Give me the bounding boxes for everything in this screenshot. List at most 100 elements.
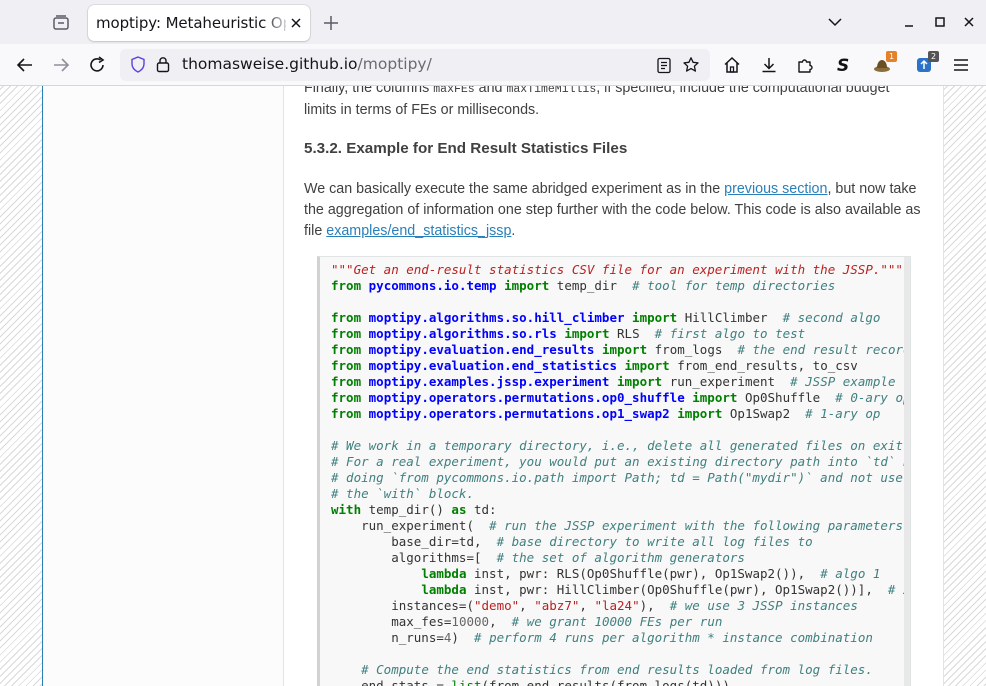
code-as-kw: as (451, 502, 467, 517)
new-tab-icon[interactable] (320, 12, 342, 34)
code-lambda-1: inst, pwr: RLS(Op0Shuffle(pwr), Op1Swap2… (466, 566, 806, 581)
extension-badge-2: 2 (928, 51, 939, 62)
code-comment: # JSSP example (790, 374, 896, 389)
code-module: moptipy.evaluation.end_results (368, 342, 595, 357)
close-tab-icon[interactable] (288, 15, 304, 31)
code-docstring: """Get an end-result statistics CSV file… (331, 262, 903, 277)
code-with-call: temp_dir() (361, 502, 452, 517)
maximize-icon[interactable] (933, 15, 947, 29)
home-icon[interactable] (722, 55, 742, 75)
code-import-kw: import (504, 278, 550, 293)
code-end-stats-call: (from_end_results(from_logs(td))) (481, 678, 730, 686)
window-close-icon[interactable] (962, 15, 976, 29)
code-import-kw: import (617, 374, 663, 389)
code-import-names: RLS (617, 326, 640, 341)
tab-title: moptipy: Metaheuristic Optimization in P… (96, 14, 286, 32)
url-path: /moptipy/ (357, 55, 432, 73)
code-from-kw: from (331, 342, 362, 357)
code-listing: """Get an end-result statistics CSV file… (331, 262, 911, 686)
code-from-kw: from (331, 390, 362, 405)
url-domain: thomasweise.github.io (182, 55, 358, 73)
bookmark-star-icon[interactable] (682, 56, 700, 74)
code-import-names: from_end_results, to_csv (677, 358, 858, 373)
code-import-kw: import (564, 326, 610, 341)
code-module: moptipy.operators.permutations.op0_shuff… (368, 390, 685, 405)
code-lambda-2: inst, pwr: HillClimber(Op0Shuffle(pwr), … (466, 582, 873, 597)
extension-hat-icon[interactable]: 1 (872, 51, 897, 75)
forward-arrow-icon[interactable] (51, 55, 71, 75)
code-lambda-kw: lambda (421, 582, 467, 597)
code-module: moptipy.algorithms.so.hill_climber (368, 310, 625, 325)
code-algorithms: algorithms=[ (331, 550, 482, 565)
code-import-names: temp_dir (556, 278, 618, 293)
code-import-names: Op1Swap2 (729, 406, 791, 421)
main-content: Finally, the columns maxFEs and maxTimeM… (283, 86, 944, 686)
code-scrollbar[interactable] (904, 257, 910, 686)
example-file-link[interactable]: examples/end_statistics_jssp (326, 223, 511, 239)
code-string: "demo" (474, 598, 520, 613)
minimize-icon[interactable] (902, 16, 916, 30)
code-comment: # perform 4 runs per algorithm * instanc… (474, 630, 873, 645)
code-from-kw: from (331, 358, 362, 373)
code-module: pycommons.io.temp (368, 278, 497, 293)
documentation-sidebar (42, 86, 282, 686)
code-comment: # the `with` block. (331, 486, 474, 501)
code-comment: # base directory to write all log files … (496, 534, 813, 549)
code-import-names: run_experiment (669, 374, 776, 389)
code-comment: # For a real experiment, you would put a… (331, 454, 911, 469)
code-import-kw: import (632, 310, 678, 325)
tracking-protection-shield-icon[interactable] (130, 56, 146, 73)
code-run-experiment: run_experiment( (331, 518, 474, 533)
code-string: "abz7" (534, 598, 580, 613)
code-base-dir: base_dir=td, (331, 534, 482, 549)
code-maxtimemillis: maxTimeMillis (506, 86, 597, 96)
section-heading: 5.3.2. Example for End Result Statistics… (304, 140, 628, 157)
code-with-tail: td: (466, 502, 497, 517)
reader-view-icon[interactable] (656, 57, 672, 74)
code-builtin: list (451, 678, 482, 686)
code-module: moptipy.examples.jssp.experiment (368, 374, 610, 389)
code-comment: # 0-ary op (835, 390, 911, 405)
extensions-puzzle-icon[interactable] (795, 55, 815, 75)
lock-icon[interactable] (156, 56, 170, 73)
code-module: moptipy.algorithms.so.rls (368, 326, 557, 341)
code-block[interactable]: """Get an end-result statistics CSV file… (317, 256, 911, 686)
code-comment: # doing `from pycommons.io.path import P… (331, 470, 903, 485)
code-comment: # algo 1 (820, 566, 881, 581)
tab-bar: moptipy: Metaheuristic Optimization in P… (0, 0, 986, 44)
code-instances: instances=( (331, 598, 474, 613)
s-extension-icon[interactable]: S (833, 55, 853, 75)
chevron-down-icon[interactable] (826, 13, 844, 31)
address-bar[interactable]: thomasweise.github.io/moptipy/ (120, 49, 710, 81)
extension-blue-icon[interactable]: 2 (914, 51, 939, 75)
active-tab[interactable]: moptipy: Metaheuristic Optimization in P… (88, 5, 310, 41)
firefox-view-icon[interactable] (48, 10, 74, 36)
web-page: Finally, the columns maxFEs and maxTimeM… (0, 86, 986, 686)
budget-text-1: Finally, the columns (304, 86, 434, 96)
previous-section-link[interactable]: previous section (724, 181, 827, 197)
code-import-names: from_logs (654, 342, 723, 357)
url-text[interactable]: thomasweise.github.io/moptipy/ (182, 55, 432, 73)
code-comment: # we grant 10000 FEs per run (511, 614, 723, 629)
code-import-names: HillClimber (684, 310, 768, 325)
code-from-kw: from (331, 374, 362, 389)
hamburger-menu-icon[interactable] (951, 55, 971, 75)
reload-icon[interactable] (87, 55, 107, 75)
code-comment: # run the JSSP experiment with the follo… (489, 518, 911, 533)
code-from-kw: from (331, 326, 362, 341)
code-comment: # the end result record (737, 342, 911, 357)
code-with-kw: with (331, 502, 362, 517)
code-import-kw: import (624, 358, 670, 373)
code-comment: # first algo to test (654, 326, 806, 341)
downloads-icon[interactable] (759, 55, 779, 75)
back-arrow-icon[interactable] (15, 55, 35, 75)
code-instances-close: ), (639, 598, 655, 613)
intro-text-3: . (511, 223, 516, 239)
tab-title-fade (263, 7, 291, 37)
code-module: moptipy.operators.permutations.op1_swap2 (368, 406, 670, 421)
code-comment: # Compute the end statistics from end re… (361, 662, 873, 677)
code-import-names: Op0Shuffle (744, 390, 821, 405)
intro-text-1: We can basically execute the same abridg… (304, 181, 725, 197)
intro-paragraph: We can basically execute the same abridg… (304, 179, 924, 242)
code-import-kw: import (692, 390, 738, 405)
